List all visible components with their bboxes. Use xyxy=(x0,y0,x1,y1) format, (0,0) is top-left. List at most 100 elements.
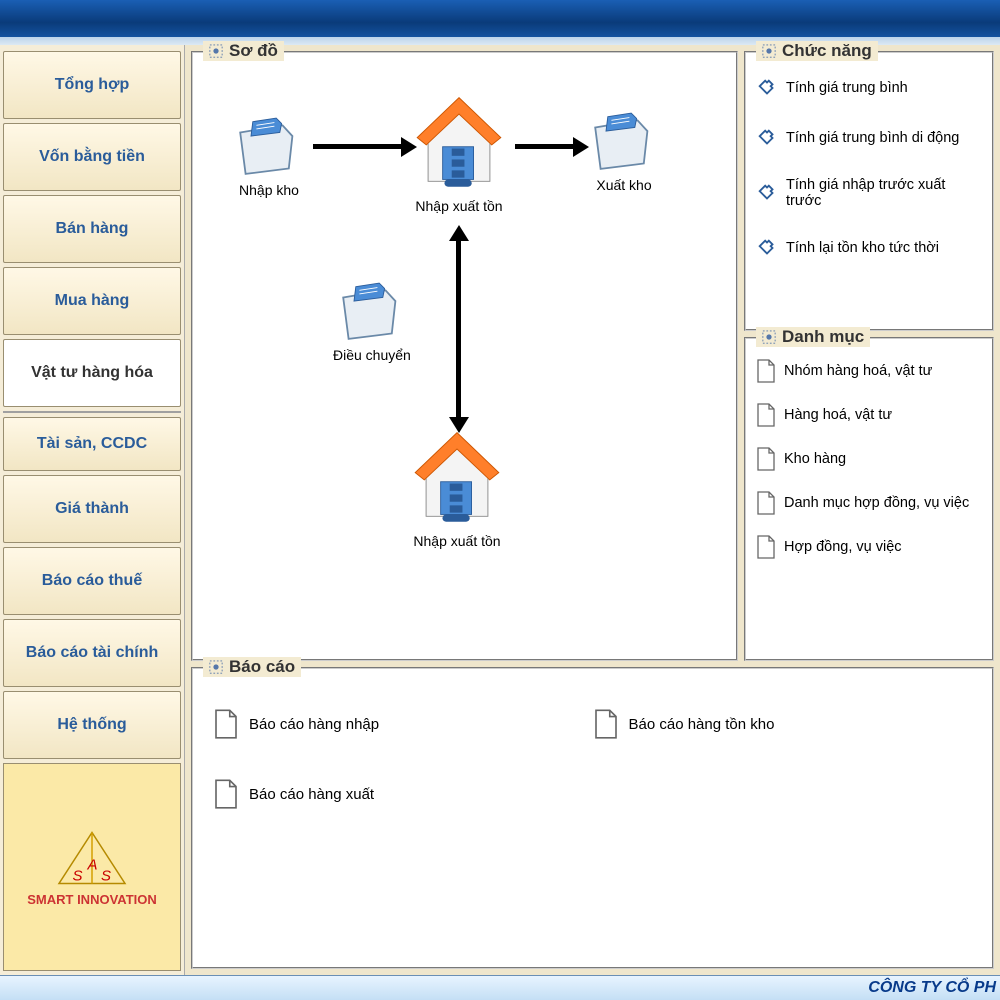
sidebar-item-von-bang-tien[interactable]: Vốn bằng tiền xyxy=(3,123,181,191)
page-icon xyxy=(756,535,776,559)
panel-title: Báo cáo xyxy=(203,657,301,677)
sidebar-item-ban-hang[interactable]: Bán hàng xyxy=(3,195,181,263)
panel-diagram: Sơ đồ Nhập kho Nhập xuất tồn Xuất kho xyxy=(191,51,738,661)
report-item[interactable]: Báo cáo hàng xuất xyxy=(213,779,593,809)
report-label: Báo cáo hàng xuất xyxy=(249,786,374,803)
category-label: Danh mục hợp đồng, vụ việc xyxy=(784,495,969,511)
hammer-icon xyxy=(756,237,778,259)
status-bar: CÔNG TY CỔ PH xyxy=(0,975,1000,1000)
diagram-arrow xyxy=(456,239,461,419)
hammer-icon xyxy=(756,127,778,149)
sidebar-item-mua-hang[interactable]: Mua hàng xyxy=(3,267,181,335)
function-label: Tính lại tồn kho tức thời xyxy=(786,240,939,256)
gear-icon xyxy=(762,44,776,58)
node-nhap-xuat-ton-bottom[interactable]: Nhập xuất tồn xyxy=(411,429,503,549)
node-label: Nhập kho xyxy=(239,182,299,198)
sidebar-nav: Tổng hợp Vốn bằng tiền Bán hàng Mua hàng… xyxy=(0,45,185,975)
category-item[interactable]: Danh mục hợp đồng, vụ việc xyxy=(746,481,992,525)
logo-icon xyxy=(52,828,132,888)
sidebar-item-label: Báo cáo tài chính xyxy=(26,644,158,662)
house-icon xyxy=(413,94,505,194)
node-label: Nhập xuất tồn xyxy=(413,533,500,549)
sidebar-item-bao-cao-thue[interactable]: Báo cáo thuế xyxy=(3,547,181,615)
function-label: Tính giá nhập trước xuất trước xyxy=(786,177,982,209)
sidebar-item-label: Vật tư hàng hóa xyxy=(31,364,153,382)
arrow-head-icon xyxy=(449,417,469,433)
panel-reports: Báo cáo Báo cáo hàng nhập Báo cáo hàng x… xyxy=(191,667,994,969)
sidebar-item-label: Giá thành xyxy=(55,500,129,518)
logo-text: SMART INNOVATION xyxy=(27,892,157,907)
page-icon xyxy=(756,359,776,383)
gear-icon xyxy=(209,660,223,674)
sidebar-divider xyxy=(3,411,181,413)
house-icon xyxy=(411,429,503,529)
category-item[interactable]: Hợp đồng, vụ việc xyxy=(746,525,992,569)
panel-categories: Danh mục Nhóm hàng hoá, vật tư Hàng hoá,… xyxy=(744,337,994,661)
sidebar-item-tai-san-ccdc[interactable]: Tài sản, CCDC xyxy=(3,417,181,471)
function-item[interactable]: Tính lại tồn kho tức thời xyxy=(746,223,992,273)
diagram-arrow xyxy=(515,144,575,149)
page-icon xyxy=(593,709,619,739)
report-item[interactable]: Báo cáo hàng nhập xyxy=(213,709,593,739)
panel-right-column: Chức năng Tính giá trung bình Tính giá t… xyxy=(744,51,994,661)
category-label: Nhóm hàng hoá, vật tư xyxy=(784,363,932,379)
sidebar-item-gia-thanh[interactable]: Giá thành xyxy=(3,475,181,543)
report-item[interactable]: Báo cáo hàng tồn kho xyxy=(593,709,973,739)
category-label: Hàng hoá, vật tư xyxy=(784,407,892,423)
node-xuat-kho[interactable]: Xuất kho xyxy=(588,109,660,193)
sidebar-item-bao-cao-tai-chinh[interactable]: Báo cáo tài chính xyxy=(3,619,181,687)
sidebar-item-label: Vốn bằng tiền xyxy=(39,148,145,166)
category-item[interactable]: Nhóm hàng hoá, vật tư xyxy=(746,349,992,393)
diagram-canvas: Nhập kho Nhập xuất tồn Xuất kho Điều chu… xyxy=(193,59,736,659)
report-label: Báo cáo hàng tồn kho xyxy=(629,716,775,733)
title-bar xyxy=(0,0,1000,45)
function-item[interactable]: Tính giá nhập trước xuất trước xyxy=(746,163,992,223)
node-label: Điều chuyển xyxy=(333,347,411,363)
sidebar-item-label: Báo cáo thuế xyxy=(42,572,142,590)
arrow-head-icon xyxy=(449,225,469,241)
page-icon xyxy=(213,779,239,809)
panel-functions: Chức năng Tính giá trung bình Tính giá t… xyxy=(744,51,994,331)
function-item[interactable]: Tính giá trung bình xyxy=(746,63,992,113)
arrow-head-icon xyxy=(401,137,417,157)
gear-icon xyxy=(209,44,223,58)
folder-icon xyxy=(336,279,408,343)
company-name: CÔNG TY CỔ PH xyxy=(868,979,996,997)
sidebar-item-vat-tu-hang-hoa[interactable]: Vật tư hàng hóa xyxy=(3,339,181,407)
function-label: Tính giá trung bình di động xyxy=(786,130,959,146)
page-icon xyxy=(756,491,776,515)
panel-title: Chức năng xyxy=(756,41,878,61)
category-item[interactable]: Kho hàng xyxy=(746,437,992,481)
node-nhap-kho[interactable]: Nhập kho xyxy=(233,114,305,198)
node-nhap-xuat-ton-top[interactable]: Nhập xuất tồn xyxy=(413,94,505,214)
folder-icon xyxy=(588,109,660,173)
page-icon xyxy=(213,709,239,739)
sidebar-item-label: Bán hàng xyxy=(56,220,129,238)
page-icon xyxy=(756,447,776,471)
page-icon xyxy=(756,403,776,427)
content-area: Sơ đồ Nhập kho Nhập xuất tồn Xuất kho xyxy=(185,45,1000,975)
sidebar-item-label: Tài sản, CCDC xyxy=(37,435,147,453)
report-label: Báo cáo hàng nhập xyxy=(249,716,379,733)
folder-icon xyxy=(233,114,305,178)
hammer-icon xyxy=(756,182,778,204)
panel-title: Danh mục xyxy=(756,327,870,347)
panel-title: Sơ đồ xyxy=(203,41,284,61)
node-dieu-chuyen[interactable]: Điều chuyển xyxy=(333,279,411,363)
sidebar-item-label: Mua hàng xyxy=(55,292,130,310)
sidebar-item-he-thong[interactable]: Hệ thống xyxy=(3,691,181,759)
function-label: Tính giá trung bình xyxy=(786,80,908,96)
arrow-head-icon xyxy=(573,137,589,157)
gear-icon xyxy=(762,330,776,344)
hammer-icon xyxy=(756,77,778,99)
sidebar-item-tong-hop[interactable]: Tổng hợp xyxy=(3,51,181,119)
logo-area: SMART INNOVATION xyxy=(3,763,181,971)
category-item[interactable]: Hàng hoá, vật tư xyxy=(746,393,992,437)
sidebar-item-label: Hệ thống xyxy=(57,716,126,734)
category-label: Kho hàng xyxy=(784,451,846,467)
function-item[interactable]: Tính giá trung bình di động xyxy=(746,113,992,163)
category-label: Hợp đồng, vụ việc xyxy=(784,539,902,555)
sidebar-item-label: Tổng hợp xyxy=(55,76,129,94)
node-label: Nhập xuất tồn xyxy=(415,198,502,214)
diagram-arrow xyxy=(313,144,403,149)
